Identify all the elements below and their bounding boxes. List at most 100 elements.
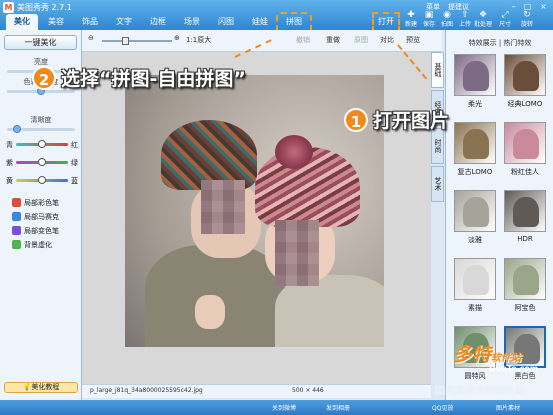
tutorial-label: 美化教程 — [31, 383, 60, 391]
effect-preview — [463, 265, 489, 295]
local-color-pen-label: 局部彩色笔 — [24, 199, 59, 207]
save-button[interactable]: ▣ 保存 — [420, 10, 438, 30]
slider-knob[interactable] — [38, 140, 46, 148]
share-icon: ❖ — [478, 10, 488, 20]
cyan-red-slider[interactable] — [16, 140, 68, 148]
watermark-subtitle: 国内最安全的软件站 — [435, 386, 525, 397]
qq-show-button[interactable]: QQ见放 — [432, 403, 453, 412]
tab-art[interactable]: 艺术 — [431, 166, 444, 202]
watermark: 多特软件站 DuoTe.com 国内最安全的软件站 — [425, 340, 553, 400]
image-material-button[interactable]: 图片素材 — [496, 403, 520, 412]
capture-button[interactable]: ◉ 拍图 — [438, 10, 456, 30]
yellow-blue-slider[interactable] — [16, 176, 68, 184]
background-blur-label: 背景虚化 — [24, 241, 52, 249]
green-label: 绿 — [71, 159, 78, 167]
undo-button[interactable]: 撤销 — [296, 35, 310, 45]
canvas-area[interactable] — [82, 52, 431, 384]
local-mosaic-label: 局部马赛克 — [24, 213, 59, 221]
effect-preview — [513, 61, 539, 91]
effect-thumbnail[interactable] — [454, 54, 496, 96]
red-label: 红 — [71, 141, 78, 149]
preview-button[interactable]: 预览 — [406, 35, 420, 45]
effect-thumbnail[interactable] — [504, 122, 546, 164]
effect-label: HDR — [517, 235, 533, 243]
slider-knob[interactable] — [38, 158, 46, 166]
zoom-slider-knob[interactable] — [122, 37, 129, 45]
sharpness-slider[interactable] — [7, 125, 75, 133]
upload-button[interactable]: ⇧ 上传 — [456, 10, 474, 30]
upload-icon: ⇧ — [461, 10, 469, 20]
compare-button[interactable]: 对比 — [380, 35, 394, 45]
slider-knob[interactable] — [13, 125, 21, 133]
new-button[interactable]: ✚ 新建 — [402, 10, 420, 30]
size-icon: ⤢ — [501, 10, 509, 20]
effect-thumbnail[interactable] — [454, 190, 496, 232]
face-mosaic — [201, 180, 245, 234]
effect-thumbnail[interactable] — [504, 54, 546, 96]
canvas-status-bar: p_large_j81q_34a8000025595c42.jpg 500 × … — [82, 384, 431, 398]
effect-label: 经典LOMO — [507, 100, 543, 108]
restore-button[interactable]: 原图 — [354, 35, 368, 45]
tab-text[interactable]: 文字 — [108, 14, 140, 30]
share-weibo-button[interactable]: 关到微博 — [272, 403, 296, 412]
size-button[interactable]: ⤢ 尺寸 — [496, 10, 514, 30]
bottom-bar: 关到微博 发到相册 QQ见放 图片素材 — [0, 400, 553, 415]
tab-scenes[interactable]: 场景 — [176, 14, 208, 30]
sharpness-label: 清晰度 — [30, 116, 52, 124]
tab-basic[interactable]: 基础 — [431, 52, 444, 88]
rotate-button[interactable]: ↻ 旋转 — [518, 10, 536, 30]
photo-detail — [275, 135, 313, 169]
watermark-domain: DuoTe.com — [489, 364, 539, 373]
tab-flash[interactable]: 闪图 — [210, 14, 242, 30]
tutorial-button[interactable]: 💡美化教程 — [4, 382, 78, 393]
zoom-slider[interactable] — [102, 37, 172, 45]
app-logo-icon: M — [3, 2, 14, 13]
blue-label: 蓝 — [71, 177, 78, 185]
effect-preview — [513, 129, 539, 159]
tab-doll[interactable]: 娃娃 — [244, 14, 276, 30]
close-icon[interactable]: × — [538, 2, 549, 12]
open-button[interactable]: 打开 — [372, 12, 400, 32]
effect-preview — [463, 61, 489, 91]
face-mosaic — [275, 220, 319, 286]
magenta-green-slider[interactable] — [16, 158, 68, 166]
zoom-in-icon[interactable]: ⊕ — [174, 34, 180, 42]
zoom-out-icon[interactable]: ⊖ — [88, 34, 94, 42]
step-1-number: 1 — [344, 107, 368, 132]
background-blur-button[interactable]: 背景虚化 — [12, 240, 52, 250]
one-click-beautify-button[interactable]: 一键美化 — [4, 35, 77, 50]
share-album-button[interactable]: 发到相册 — [326, 403, 350, 412]
slider-knob[interactable] — [38, 176, 46, 184]
effect-thumbnail[interactable] — [454, 122, 496, 164]
effect-label: 复古LOMO — [457, 168, 493, 176]
redo-button[interactable]: 重做 — [326, 35, 340, 45]
effect-preview — [513, 265, 539, 295]
file-name: p_large_j81q_34a8000025595c42.jpg — [90, 387, 203, 394]
effect-thumbnail[interactable] — [504, 258, 546, 300]
rotate-icon: ↻ — [523, 10, 531, 20]
local-color-pen-button[interactable]: 局部彩色笔 — [12, 198, 59, 208]
tab-fashion[interactable]: 时尚 — [431, 128, 444, 164]
cyan-label: 青 — [6, 141, 13, 149]
batch-button[interactable]: ❖ 批处理 — [474, 10, 492, 30]
new-icon: ✚ — [407, 10, 415, 20]
effect-label: 粉红佳人 — [511, 168, 539, 176]
tab-accessories[interactable]: 饰品 — [74, 14, 106, 30]
tab-beauty[interactable]: 美容 — [40, 14, 72, 30]
local-recolor-button[interactable]: 局部变色笔 — [12, 226, 59, 236]
tab-beautify[interactable]: 美化 — [6, 14, 38, 30]
original-size-button[interactable]: 1:1原大 — [186, 35, 211, 45]
blur-icon — [12, 240, 21, 249]
effect-thumbnail[interactable] — [504, 190, 546, 232]
effect-thumbnail[interactable] — [454, 258, 496, 300]
view-toolbar: ⊖ ⊕ 1:1原大 撤销 重做 原图 对比 预览 — [82, 30, 442, 52]
title-bar: M 美图秀秀 2.7.1 菜单 提建议 – □ × 美化 美容 饰品 文字 边框… — [0, 0, 553, 32]
local-mosaic-button[interactable]: 局部马赛克 — [12, 212, 59, 222]
effect-preview — [463, 197, 489, 227]
local-recolor-label: 局部变色笔 — [24, 227, 59, 235]
tab-collage[interactable]: 拼图 — [276, 12, 312, 32]
step-2-annotation: 2 选择“拼图-自由拼图” — [32, 64, 246, 91]
mosaic-icon — [12, 212, 21, 221]
step-2-text: 选择“拼图-自由拼图” — [61, 68, 246, 90]
tab-frames[interactable]: 边框 — [142, 14, 174, 30]
